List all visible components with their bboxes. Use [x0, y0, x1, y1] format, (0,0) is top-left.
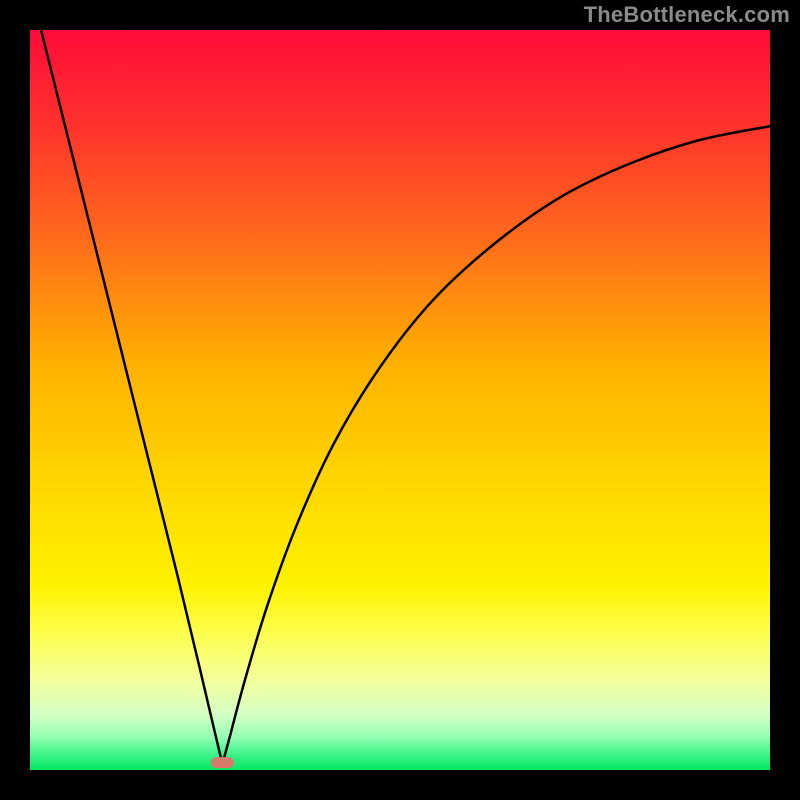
bottleneck-curve	[30, 30, 770, 770]
minimum-marker	[211, 757, 233, 769]
watermark-text: TheBottleneck.com	[584, 2, 790, 28]
plot-area	[30, 30, 770, 770]
chart-frame: TheBottleneck.com	[0, 0, 800, 800]
